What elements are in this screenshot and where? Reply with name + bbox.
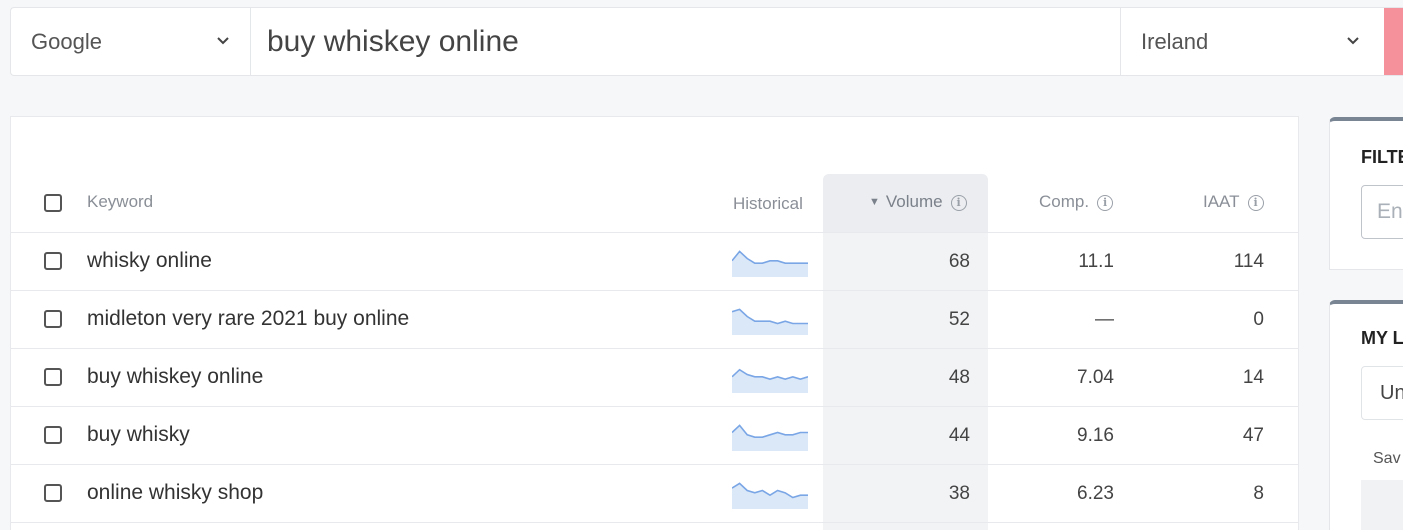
volume-cell: 48 xyxy=(948,367,970,388)
volume-column-header[interactable]: ▼ Volume i xyxy=(869,192,967,212)
my-lists-panel-title: MY L xyxy=(1361,328,1403,348)
comp-cell: 11.1 xyxy=(1078,251,1114,272)
keyword-cell[interactable]: whisky online xyxy=(87,249,212,273)
iaat-cell: 8 xyxy=(1253,483,1264,504)
comp-cell: — xyxy=(1095,309,1114,330)
historical-sparkline xyxy=(732,368,808,393)
iaat-cell: 0 xyxy=(1253,309,1264,330)
row-checkbox[interactable] xyxy=(44,310,62,328)
row-checkbox[interactable] xyxy=(44,368,62,386)
historical-sparkline xyxy=(732,250,808,277)
country-select[interactable]: Ireland xyxy=(1121,8,1384,75)
table-header-row: Keyword Historical ▼ Volume i Comp. i IAAT i xyxy=(11,174,1298,233)
select-all-checkbox[interactable] xyxy=(44,194,62,212)
volume-header-label: Volume xyxy=(885,192,943,211)
keyword-cell[interactable]: online whisky shop xyxy=(87,481,263,505)
iaat-cell: 47 xyxy=(1242,425,1264,446)
info-icon[interactable]: i xyxy=(1247,195,1264,211)
iaat-column-header[interactable]: IAAT i xyxy=(1203,192,1264,212)
historical-sparkline xyxy=(732,308,808,335)
chevron-down-icon xyxy=(1347,37,1359,45)
row-checkbox[interactable] xyxy=(44,484,62,502)
keyword-cell[interactable]: midleton very rare 2021 buy online xyxy=(87,307,409,331)
save-label[interactable]: Sav xyxy=(1373,450,1401,468)
historical-sparkline xyxy=(732,482,808,509)
search-bar: Google Ireland xyxy=(10,7,1403,76)
list-select[interactable]: Un xyxy=(1361,366,1403,420)
comp-cell: 7.04 xyxy=(1077,367,1114,388)
table-row[interactable]: online whisky shop 38 6.23 8 xyxy=(11,465,1298,523)
list-content-area xyxy=(1361,480,1403,530)
keyword-search-input[interactable] xyxy=(267,24,1120,59)
volume-cell: 38 xyxy=(948,483,970,504)
row-checkbox[interactable] xyxy=(44,426,62,444)
keyword-search-field[interactable] xyxy=(251,8,1121,75)
chevron-down-icon xyxy=(217,37,229,45)
search-engine-select[interactable]: Google xyxy=(11,8,251,75)
table-row[interactable]: midleton very rare 2021 buy online 52 — … xyxy=(11,291,1298,349)
iaat-header-label: IAAT xyxy=(1203,192,1240,211)
iaat-cell: 114 xyxy=(1233,251,1264,272)
keyword-cell[interactable]: buy whisky xyxy=(87,423,190,447)
search-engine-value: Google xyxy=(31,28,102,54)
country-value: Ireland xyxy=(1141,28,1209,54)
comp-cell: 9.16 xyxy=(1077,425,1114,446)
filters-panel-title: FILTE xyxy=(1361,147,1403,167)
iaat-cell: 14 xyxy=(1242,367,1264,388)
sparkline-area xyxy=(732,369,808,393)
volume-cell: 44 xyxy=(948,425,970,446)
comp-column-header[interactable]: Comp. i xyxy=(1039,192,1114,212)
sort-desc-icon: ▼ xyxy=(869,196,880,208)
keyword-cell[interactable]: buy whiskey online xyxy=(87,365,263,389)
keyword-results-table: Keyword Historical ▼ Volume i Comp. i IAAT i… xyxy=(10,116,1299,530)
filter-input[interactable]: En xyxy=(1361,185,1403,239)
table-row[interactable]: whisky online 68 11.1 114 xyxy=(11,233,1298,291)
comp-cell: 6.23 xyxy=(1077,483,1114,504)
my-lists-panel: MY L Un Sav xyxy=(1329,300,1403,530)
volume-cell: 52 xyxy=(948,309,970,330)
table-row[interactable]: buy whiskey online 48 7.04 14 xyxy=(11,349,1298,407)
volume-cell: 68 xyxy=(948,251,970,272)
historical-column-header: Historical xyxy=(733,194,803,213)
search-submit-button[interactable] xyxy=(1384,8,1403,75)
info-icon[interactable]: i xyxy=(950,195,967,211)
row-checkbox[interactable] xyxy=(44,252,62,270)
info-icon[interactable]: i xyxy=(1097,195,1114,211)
historical-sparkline xyxy=(732,424,808,451)
filters-panel: FILTE En xyxy=(1329,117,1403,270)
comp-header-label: Comp. xyxy=(1039,192,1090,211)
table-row[interactable]: buy whisky 44 9.16 47 xyxy=(11,407,1298,465)
keyword-column-header[interactable]: Keyword xyxy=(87,192,153,212)
